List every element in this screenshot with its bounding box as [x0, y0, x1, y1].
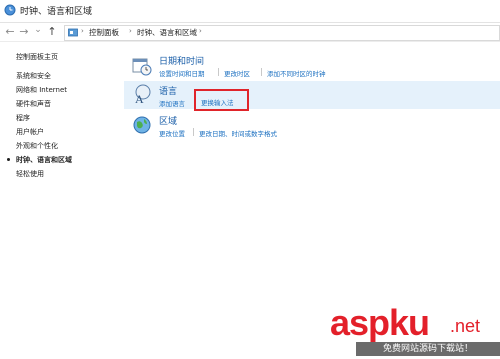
highlight-box [194, 89, 249, 111]
sidebar-item-programs[interactable]: 程序 [16, 113, 30, 123]
link-change-format[interactable]: 更改日期、时间或数字格式 [199, 128, 277, 138]
link-add-clocks[interactable]: 添加不同时区的时钟 [267, 68, 326, 78]
address-field[interactable]: › 控制面板 › 时钟、语言和区域 › [64, 25, 500, 41]
link-add-language[interactable]: 添加语言 [159, 98, 185, 108]
svg-text:A: A [135, 92, 144, 104]
category-title-language[interactable]: 语言 [159, 84, 177, 97]
title-bar: 时钟、语言和区域 [0, 0, 500, 23]
watermark-subtitle: 免费网站源码下载站！ [356, 342, 500, 356]
site-watermark: aspku .net 免费网站源码下载站！ [330, 300, 500, 359]
link-change-location[interactable]: 更改位置 [159, 128, 185, 138]
link-separator [193, 128, 194, 136]
sidebar-item-network[interactable]: 网络和 Internet [16, 85, 67, 95]
sidebar-item-appearance[interactable]: 外观和个性化 [16, 141, 58, 151]
watermark-brand: aspku [330, 302, 430, 343]
sidebar-item-system-security[interactable]: 系统和安全 [16, 71, 51, 81]
current-item-bullet [7, 158, 10, 161]
globe-region-icon [133, 116, 151, 134]
address-bar: ← → ⌄ ↑ › 控制面板 › 时钟、语言和区域 › [0, 23, 500, 42]
calendar-clock-icon [132, 58, 152, 76]
category-title-region[interactable]: 区域 [159, 114, 177, 127]
up-arrow-icon[interactable]: ↑ [46, 25, 58, 38]
sidebar-item-hardware-sound[interactable]: 硬件和声音 [16, 99, 51, 109]
sidebar-item-home[interactable]: 控制面板主页 [16, 52, 58, 62]
back-arrow-icon[interactable]: ← [4, 25, 16, 38]
breadcrumb-separator: › [81, 27, 84, 35]
sidebar-item-user-accounts[interactable]: 用户帐户 [16, 127, 44, 137]
breadcrumb-clock-language-region[interactable]: 时钟、语言和区域 [137, 27, 197, 38]
breadcrumb-separator: › [199, 27, 202, 35]
sidebar: 控制面板主页 系统和安全 网络和 Internet 硬件和声音 程序 用户帐户 … [0, 42, 120, 359]
breadcrumb-control-panel[interactable]: 控制面板 [89, 27, 119, 38]
forward-arrow-icon[interactable]: → [18, 25, 30, 38]
recent-pages-chevron-icon[interactable]: ⌄ [32, 25, 44, 35]
sidebar-item-clock-language-region[interactable]: 时钟、语言和区域 [16, 155, 72, 165]
sidebar-item-ease-of-access[interactable]: 轻松使用 [16, 169, 44, 179]
link-separator [261, 68, 262, 76]
language-icon: A [135, 84, 151, 104]
link-set-time-date[interactable]: 设置时间和日期 [159, 68, 205, 78]
control-panel-icon [68, 28, 78, 37]
watermark-tld: .net [450, 316, 481, 336]
clock-globe-icon [4, 4, 16, 16]
breadcrumb-separator: › [129, 27, 132, 35]
link-separator [218, 68, 219, 76]
category-title-date-time[interactable]: 日期和时间 [159, 54, 204, 67]
window-title: 时钟、语言和区域 [20, 7, 93, 17]
link-change-timezone[interactable]: 更改时区 [224, 68, 250, 78]
